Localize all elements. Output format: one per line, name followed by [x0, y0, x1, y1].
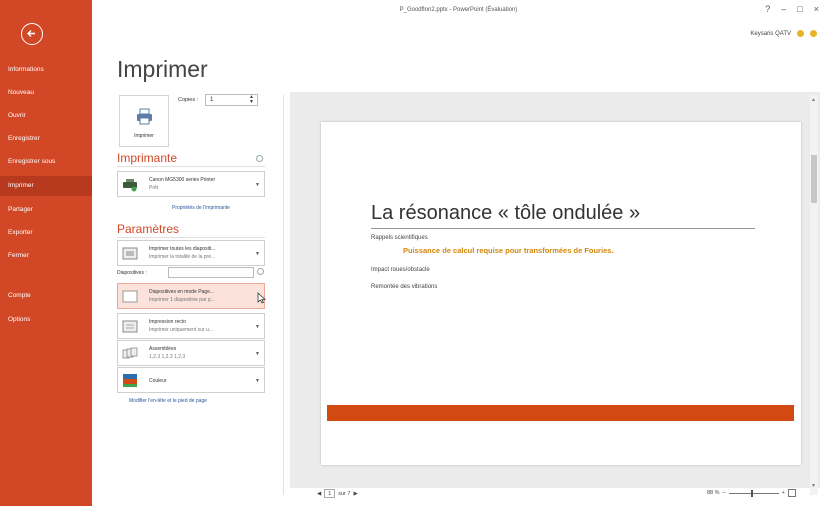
printer-device-icon: [123, 179, 137, 192]
print-button[interactable]: Imprimer: [119, 95, 169, 147]
nav-item-nouveau[interactable]: Nouveau: [0, 83, 92, 103]
previous-page-icon[interactable]: ◀: [317, 491, 321, 497]
slide-bullet-highlight: Puissance de calcul requise pour transfo…: [403, 246, 614, 255]
color-icon: [123, 374, 137, 387]
spin-arrows-icon[interactable]: ▲ ▼: [249, 95, 254, 105]
copies-value: 1: [210, 97, 214, 103]
back-button[interactable]: [21, 23, 43, 45]
layout-desc: Imprimer 1 diapositive par p...: [149, 297, 215, 303]
backstage-nav: Informations Nouveau Ouvrir Enregistrer …: [0, 0, 92, 506]
nav-item-exporter[interactable]: Exporter: [0, 223, 92, 243]
sad-face-icon[interactable]: [810, 30, 817, 37]
info-icon[interactable]: [256, 155, 263, 162]
page-title: Imprimer: [117, 56, 208, 82]
zoom-level[interactable]: 88 %: [707, 490, 720, 496]
nav-item-options[interactable]: Options: [0, 310, 92, 330]
print-range-title: Imprimer toutes les diapositi...: [149, 246, 216, 252]
copies-label: Copies :: [178, 97, 199, 103]
full-page-slide-icon: [122, 290, 138, 303]
collate-title: Assemblées: [149, 346, 177, 352]
color-title: Couleur: [149, 378, 167, 384]
scroll-up-icon[interactable]: ▲: [811, 97, 816, 103]
scroll-down-icon[interactable]: ▼: [811, 483, 816, 489]
divider: [117, 166, 265, 167]
one-sided-icon: [122, 320, 138, 333]
printer-name: Canon MG5300 series Printer: [149, 177, 216, 183]
layout-title: Diapositives en mode Page...: [149, 289, 215, 295]
zoom-slider[interactable]: [728, 489, 779, 497]
preview-scrollbar[interactable]: ▲ ▼: [810, 95, 818, 495]
copies-stepper[interactable]: 1 ▲ ▼: [205, 94, 258, 106]
panel-divider: [283, 95, 284, 495]
sides-desc: Imprimer uniquement sur u...: [149, 327, 213, 333]
printer-heading: Imprimante: [117, 151, 178, 165]
print-range-desc: Imprimer la totalité de la pré...: [149, 254, 216, 260]
document-title: P_Goodflon2.pptx - PowerPoint (Évaluatio…: [399, 7, 518, 13]
page-navigator: ◀ 1 sur 7 ▶: [317, 489, 358, 498]
chevron-down-icon: ▼: [255, 378, 260, 384]
minimize-button[interactable]: –: [781, 4, 786, 14]
page-number-input[interactable]: 1: [324, 489, 336, 498]
slides-input[interactable]: [168, 267, 254, 278]
edit-header-footer-link[interactable]: Modifier l'en-tête et le pied de page: [129, 398, 207, 404]
printer-dropdown[interactable]: Canon MG5300 series Printer Prêt ▼: [117, 171, 265, 197]
slides-label: Diapositives :: [117, 270, 147, 276]
mouse-cursor-icon: [257, 292, 266, 304]
settings-heading: Paramètres: [117, 222, 180, 236]
slides-range-icon: [122, 247, 138, 260]
info-icon[interactable]: [257, 268, 264, 275]
nav-item-ouvrir[interactable]: Ouvrir: [0, 106, 92, 126]
sides-title: Impression recto: [149, 319, 186, 325]
chevron-down-icon: ▼: [255, 182, 260, 188]
layout-dropdown[interactable]: Diapositives en mode Page... Imprimer 1 …: [117, 283, 265, 309]
collate-desc: 1,2,3 1,2,3 1,2,3: [149, 354, 186, 360]
smiley-icon[interactable]: [797, 30, 804, 37]
nav-item-informations[interactable]: Informations: [0, 60, 92, 80]
back-arrow-icon: [27, 30, 35, 37]
zoom-in-icon[interactable]: +: [782, 490, 785, 496]
printer-status: Prêt: [149, 185, 159, 191]
fit-to-window-icon[interactable]: [787, 489, 796, 497]
nav-item-partager[interactable]: Partager: [0, 200, 92, 220]
title-bar: P_Goodflon2.pptx - PowerPoint (Évaluatio…: [92, 0, 825, 22]
nav-item-compte[interactable]: Compte: [0, 286, 92, 306]
nav-item-enregistrer[interactable]: Enregistrer: [0, 129, 92, 149]
slide-bullet: Remontée des vibrations: [371, 284, 438, 290]
page-total: sur 7: [338, 490, 351, 497]
chevron-down-icon: ▼: [255, 351, 260, 357]
nav-item-fermer[interactable]: Fermer: [0, 246, 92, 266]
slide-preview: La résonance « tôle ondulée » Rappels sc…: [321, 122, 801, 465]
slide-bullet: Impact roues/obstacle: [371, 267, 430, 273]
zoom-slider-knob[interactable]: [750, 489, 753, 497]
user-area[interactable]: Keysaris QATV: [750, 30, 817, 37]
printer-icon: [137, 108, 152, 125]
zoom-out-icon[interactable]: –: [723, 490, 726, 496]
next-page-icon[interactable]: ▶: [353, 491, 357, 497]
scroll-thumb[interactable]: [811, 155, 817, 203]
close-button[interactable]: ×: [814, 4, 819, 14]
help-button[interactable]: ?: [765, 4, 770, 14]
nav-item-imprimer[interactable]: Imprimer: [0, 176, 92, 196]
nav-item-enregistrer-sous[interactable]: Enregistrer sous: [0, 152, 92, 172]
sides-dropdown[interactable]: Impression recto Imprimer uniquement sur…: [117, 313, 265, 339]
chevron-down-icon: ▼: [255, 324, 260, 330]
restore-button[interactable]: □: [797, 4, 802, 14]
slide-bullet: Rappels scientifiques: [371, 235, 428, 241]
slide-footer-bar: [327, 405, 794, 421]
divider: [117, 237, 265, 238]
collated-icon: [122, 347, 138, 359]
print-range-dropdown[interactable]: Imprimer toutes les diapositi... Imprime…: [117, 240, 265, 266]
slide-title: La résonance « tôle ondulée »: [371, 202, 641, 224]
user-name[interactable]: Keysaris QATV: [750, 31, 791, 37]
print-button-label: Imprimer: [134, 133, 154, 139]
collate-dropdown[interactable]: Assemblées 1,2,3 1,2,3 1,2,3 ▼: [117, 340, 265, 366]
zoom-control: 88 % – +: [707, 489, 796, 497]
chevron-down-icon: ▼: [255, 251, 260, 257]
slide-title-rule: [371, 228, 755, 229]
color-dropdown[interactable]: Couleur ▼: [117, 367, 265, 393]
printer-properties-link[interactable]: Propriétés de l'imprimante: [172, 205, 230, 211]
window-controls: ? – □ ×: [765, 4, 819, 14]
